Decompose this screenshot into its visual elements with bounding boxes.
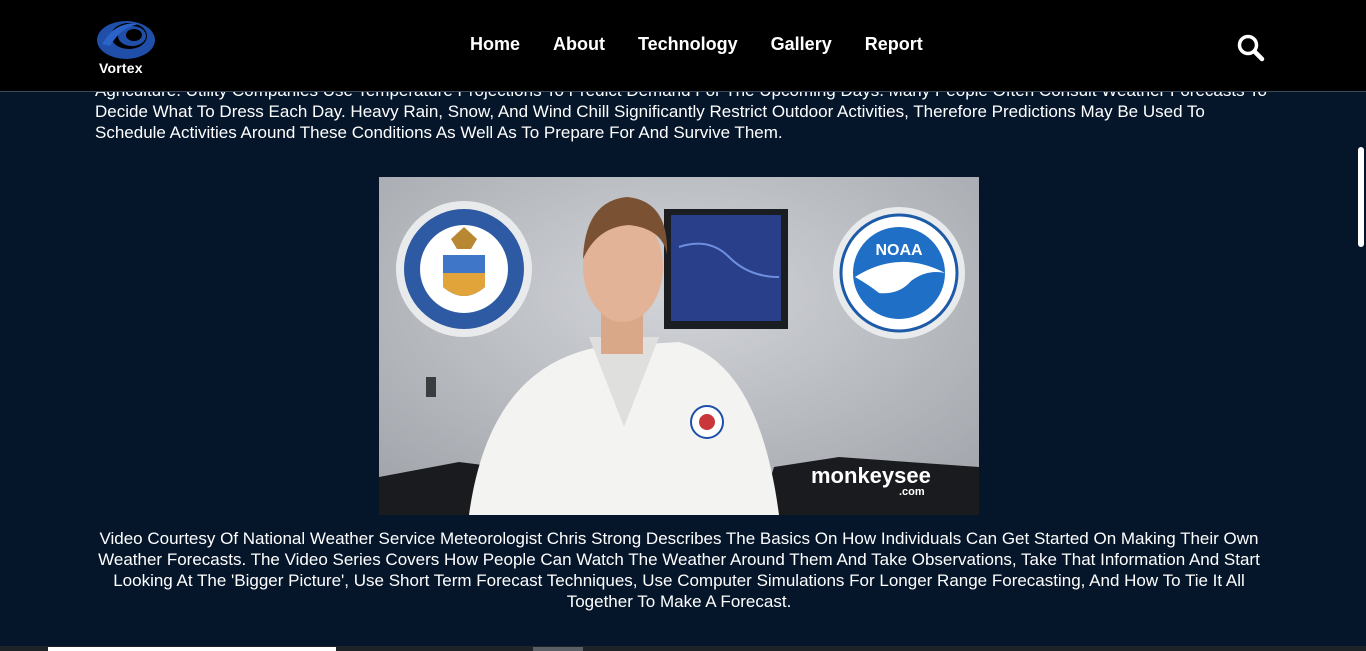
bottom-scroll-strip	[0, 646, 1366, 651]
site-header: Vortex Home About Technology Gallery Rep…	[0, 0, 1366, 92]
video-frame: NOAA monkeysee .com	[379, 177, 979, 515]
vortex-logo-icon	[97, 21, 155, 59]
main-nav: Home About Technology Gallery Report	[470, 34, 956, 55]
page: Agriculture. Utility Companies Use Tempe…	[0, 0, 1366, 651]
nav-report[interactable]: Report	[865, 34, 923, 55]
search-icon[interactable]	[1236, 33, 1266, 63]
vertical-scrollbar[interactable]	[1356, 92, 1366, 647]
vertical-scroll-thumb[interactable]	[1358, 147, 1364, 247]
video-caption: Video Courtesy Of National Weather Servi…	[98, 529, 1260, 611]
nav-gallery[interactable]: Gallery	[771, 34, 832, 55]
horizontal-scroll-thumb[interactable]	[48, 647, 336, 651]
noaa-seal-text: NOAA	[875, 242, 923, 259]
nav-home[interactable]: Home	[470, 34, 520, 55]
scroll-marker	[533, 647, 583, 651]
nav-about[interactable]: About	[553, 34, 605, 55]
commerce-seal	[396, 201, 532, 337]
video-watermark-domain: .com	[899, 486, 925, 498]
video-watermark: monkeysee	[811, 463, 931, 488]
nav-technology[interactable]: Technology	[638, 34, 738, 55]
vortex-logo[interactable]: Vortex	[94, 16, 158, 78]
noaa-seal: NOAA	[833, 207, 965, 339]
logo-text: Vortex	[99, 60, 143, 76]
video-player[interactable]: NOAA monkeysee .com	[379, 177, 979, 515]
